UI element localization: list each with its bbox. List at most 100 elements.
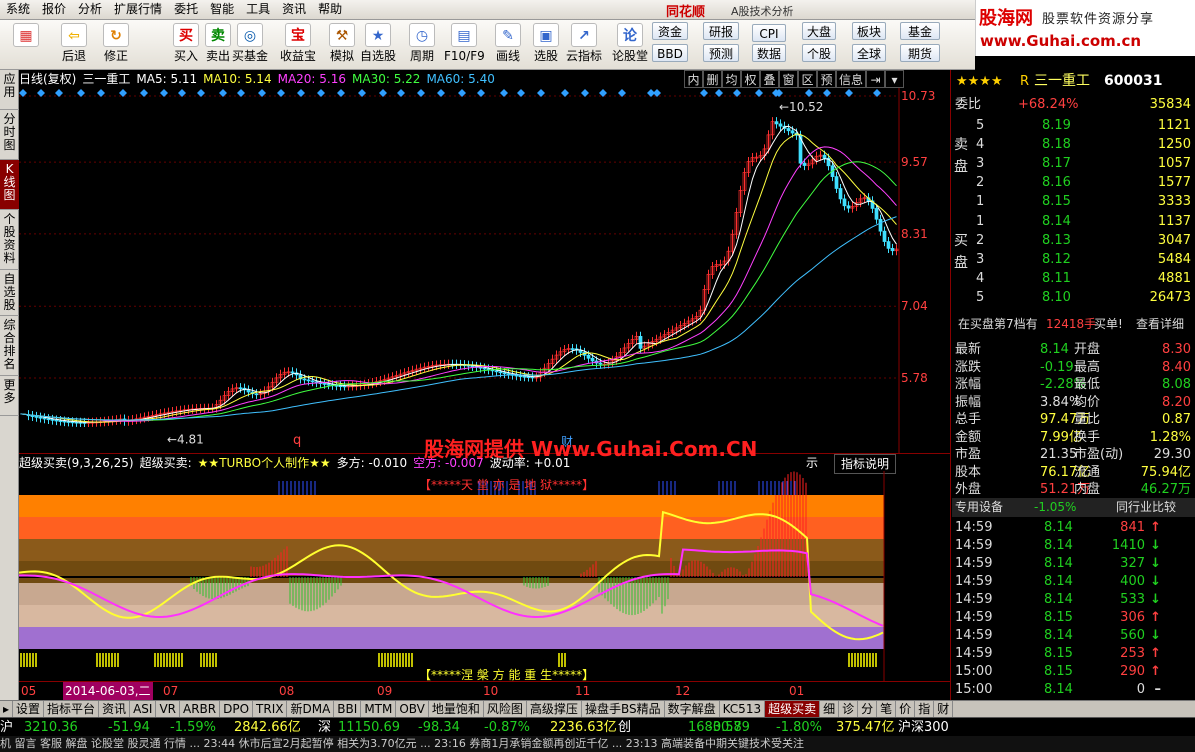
refresh-button[interactable]: ↻ 修正 [96,23,136,67]
f10-button[interactable]: ▤ F10/F9 [444,23,485,67]
quick-button[interactable]: 期货 [900,44,940,62]
indicator-name[interactable]: 超级买卖(9,3,26,25) [19,456,134,470]
indicator-tab[interactable]: 价 [896,701,916,717]
indicator-tab[interactable]: ARBR [180,701,221,717]
indicator-chart[interactable]: 【*****天 堂 亦 是 地 狱*****】【*****涅 槃 方 能 重 生… [19,471,951,681]
indicator-tab[interactable]: 笔 [877,701,897,717]
indicator-tab[interactable]: TRIX [253,701,288,717]
leftnav-3[interactable]: 个股资料 [0,210,19,270]
quick-button[interactable]: 板块 [852,22,886,40]
indicator-tab[interactable]: 数字解盘 [665,701,720,717]
quick-button[interactable]: 个股 [802,44,836,62]
candle-body [526,376,531,379]
menu-trade[interactable]: 委托 [168,0,204,19]
sell-level[interactable]: 3 8.17 1057 [952,154,1195,173]
chart-tool-button[interactable]: 内 [684,70,703,88]
indicator-tab[interactable]: 操盘手BS精品 [582,701,665,717]
indicator-tab[interactable]: 诊 [839,701,859,717]
buy-level[interactable]: 3 8.12 5484 [952,250,1195,269]
indicator-tab[interactable]: ▸ [0,701,14,717]
signal-diamond [37,89,45,97]
chart-area[interactable]: 日线(复权) 三一重工 MA5: 5.11 MA10: 5.14 MA20: 5.16 M… [19,70,951,700]
quick-button[interactable]: 大盘 [802,22,836,40]
indicator-hint[interactable]: 示 [806,454,818,472]
chart-tool-button[interactable]: 权 [741,70,760,88]
chart-tool-button[interactable]: 窗 [779,70,798,88]
indicator-tab[interactable]: ASI [130,701,157,717]
discuss-button[interactable]: 论论股堂 [610,23,650,67]
indicator-tab[interactable]: 超级买卖 [765,701,821,717]
quick-button[interactable]: 数据 [752,44,786,62]
buy-level[interactable]: 4 8.11 4881 [952,269,1195,288]
sell-level[interactable]: 2 8.16 1577 [952,173,1195,192]
leftnav-0[interactable]: 应用 [0,70,19,110]
indicator-tab[interactable]: BBI [334,701,362,717]
leftnav-5[interactable]: 综合排名 [0,316,19,376]
indicator-tab[interactable]: 财 [934,701,954,717]
menu-analysis[interactable]: 分析 [72,0,108,19]
indicator-tab[interactable]: 资讯 [99,701,131,717]
menu-system[interactable]: 系统 [0,0,36,19]
indicator-tab[interactable]: OBV [396,701,429,717]
star-button[interactable]: ★ 自选股 [358,23,398,67]
indicator-tab[interactable]: MTM [361,701,397,717]
bao-button[interactable]: 宝收益宝 [278,23,318,67]
chart-tool-button[interactable]: 区 [798,70,817,88]
menu-quote[interactable]: 报价 [36,0,72,19]
indicator-band [19,539,884,561]
buy-level[interactable]: 2 8.13 3047 [952,231,1195,250]
chart-tool-button[interactable]: ⇥ [866,70,885,88]
indicator-tab[interactable]: VR [156,701,180,717]
chart-tool-button[interactable]: 叠 [760,70,779,88]
sell-level[interactable]: 5 8.19 1121 [952,116,1195,135]
indicator-tab[interactable]: 指 [915,701,935,717]
clock-button[interactable]: ◷ 周期 [402,23,442,67]
indicator-tab[interactable]: 新DMA [287,701,335,717]
leftnav-6[interactable]: 更多 [0,376,19,416]
indicator-tab[interactable]: 指标平台 [44,701,100,717]
period-label[interactable]: 日线(复权) [19,72,76,86]
leftnav-2[interactable]: K线图 [0,160,19,210]
indicator-tab[interactable]: 高级撑压 [527,701,582,717]
sell-level[interactable]: 1 8.15 3333 [952,192,1195,211]
leftnav-1[interactable]: 分时图 [0,110,19,160]
back-arrow-button[interactable]: ⇦ 后退 [54,23,94,67]
pen-button[interactable]: ✎ 画线 [488,23,528,67]
quick-button[interactable]: CPI [752,24,786,42]
menu-extended[interactable]: 扩展行情 [108,0,168,19]
hammer-button[interactable]: ⚒ 模拟 [322,23,362,67]
buy-level[interactable]: 1 8.14 1137 [952,212,1195,231]
industry-compare-button[interactable]: 同行业比较 [1116,498,1176,517]
chart-tool-button[interactable]: 预 [817,70,836,88]
fund-button[interactable]: ◎ 买基金 [230,23,270,67]
quick-button[interactable]: 资金 [652,22,688,40]
cloud-chart-button[interactable]: ↗ 云指标 [564,23,604,67]
chart-tool-button[interactable]: 删 [703,70,722,88]
leftnav-4[interactable]: 自选股 [0,270,19,316]
chart-tool-button[interactable]: 均 [722,70,741,88]
menu-tools[interactable]: 工具 [240,0,276,19]
quick-button[interactable]: 研报 [703,22,739,40]
indicator-tab[interactable]: KC513 [720,701,766,717]
menu-smart[interactable]: 智能 [204,0,240,19]
screen-button[interactable]: ▣ 选股 [526,23,566,67]
menu-news[interactable]: 资讯 [276,0,312,19]
quick-button[interactable]: 预测 [703,44,739,62]
windows-button[interactable]: ▦ [6,23,46,67]
kline-chart[interactable]: 10.739.578.317.045.78←10.52←4.81 q 财 [19,88,951,453]
quick-button[interactable]: 基金 [900,22,940,40]
chart-tool-button[interactable]: ▾ [885,70,904,88]
indicator-tab[interactable]: 设置 [13,701,45,717]
indicator-tab[interactable]: 地量饱和 [429,701,484,717]
indicator-tab[interactable]: 风险图 [484,701,527,717]
chart-tool-button[interactable]: 信息 [836,70,866,88]
indicator-tab[interactable]: DPO [220,701,254,717]
quick-button[interactable]: 全球 [852,44,886,62]
buy-level[interactable]: 5 8.10 26473 [952,288,1195,307]
quick-button[interactable]: BBD [652,44,688,62]
level7-detail-link[interactable]: 查看详细 [1136,315,1184,334]
sell-level[interactable]: 4 8.18 1250 [952,135,1195,154]
indicator-tab[interactable]: 分 [858,701,878,717]
indicator-tab[interactable]: 细 [820,701,840,717]
menu-help[interactable]: 帮助 [312,0,348,19]
